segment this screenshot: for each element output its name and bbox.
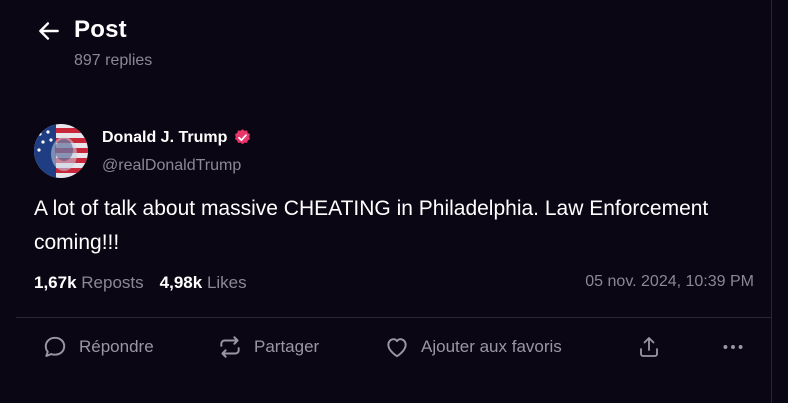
post-detail-view: Post 897 replies Donald J. Trump @realDo…	[0, 0, 772, 403]
reposts-count: 1,67k	[34, 273, 77, 292]
likes-label: Likes	[206, 273, 247, 292]
post-stats: 1,67k Reposts 4,98k Likes	[34, 273, 263, 293]
author-name[interactable]: Donald J. Trump	[102, 129, 227, 147]
arrow-left-icon	[39, 22, 59, 40]
author-name-row: Donald J. Trump	[102, 128, 252, 147]
favorite-label: Ajouter aux favoris	[421, 337, 562, 356]
back-button[interactable]	[36, 18, 62, 44]
likes-count: 4,98k	[159, 273, 203, 292]
more-dots-icon	[723, 345, 743, 349]
upload-button[interactable]	[637, 334, 661, 360]
repost-icon	[220, 336, 240, 358]
more-button[interactable]	[720, 334, 746, 360]
verified-badge-icon	[235, 129, 251, 145]
replies-count: 897 replies	[74, 52, 153, 69]
favorite-button[interactable]: Ajouter aux favoris	[384, 334, 562, 360]
reposts-label: Reposts	[81, 273, 144, 292]
reply-button[interactable]: Répondre	[42, 334, 154, 360]
repost-button[interactable]: Partager	[217, 334, 319, 360]
action-bar: Répondre Partager Ajouter aux favoris	[0, 318, 772, 380]
author-handle[interactable]: @realDonaldTrump	[102, 157, 241, 175]
heart-icon	[387, 338, 407, 358]
reposts-stat[interactable]: 1,67k Reposts	[34, 273, 144, 293]
share-upload-icon	[640, 337, 658, 357]
page-title: Post	[74, 16, 127, 43]
repost-label: Partager	[254, 337, 320, 356]
likes-stat[interactable]: 4,98k Likes	[160, 273, 247, 293]
reply-label: Répondre	[79, 337, 154, 356]
avatar[interactable]	[34, 124, 88, 178]
post-text: A lot of talk about massive CHEATING in …	[34, 197, 709, 254]
avatar-image	[34, 124, 88, 178]
reply-icon	[44, 336, 66, 357]
post-timestamp: 05 nov. 2024, 10:39 PM	[585, 273, 754, 290]
